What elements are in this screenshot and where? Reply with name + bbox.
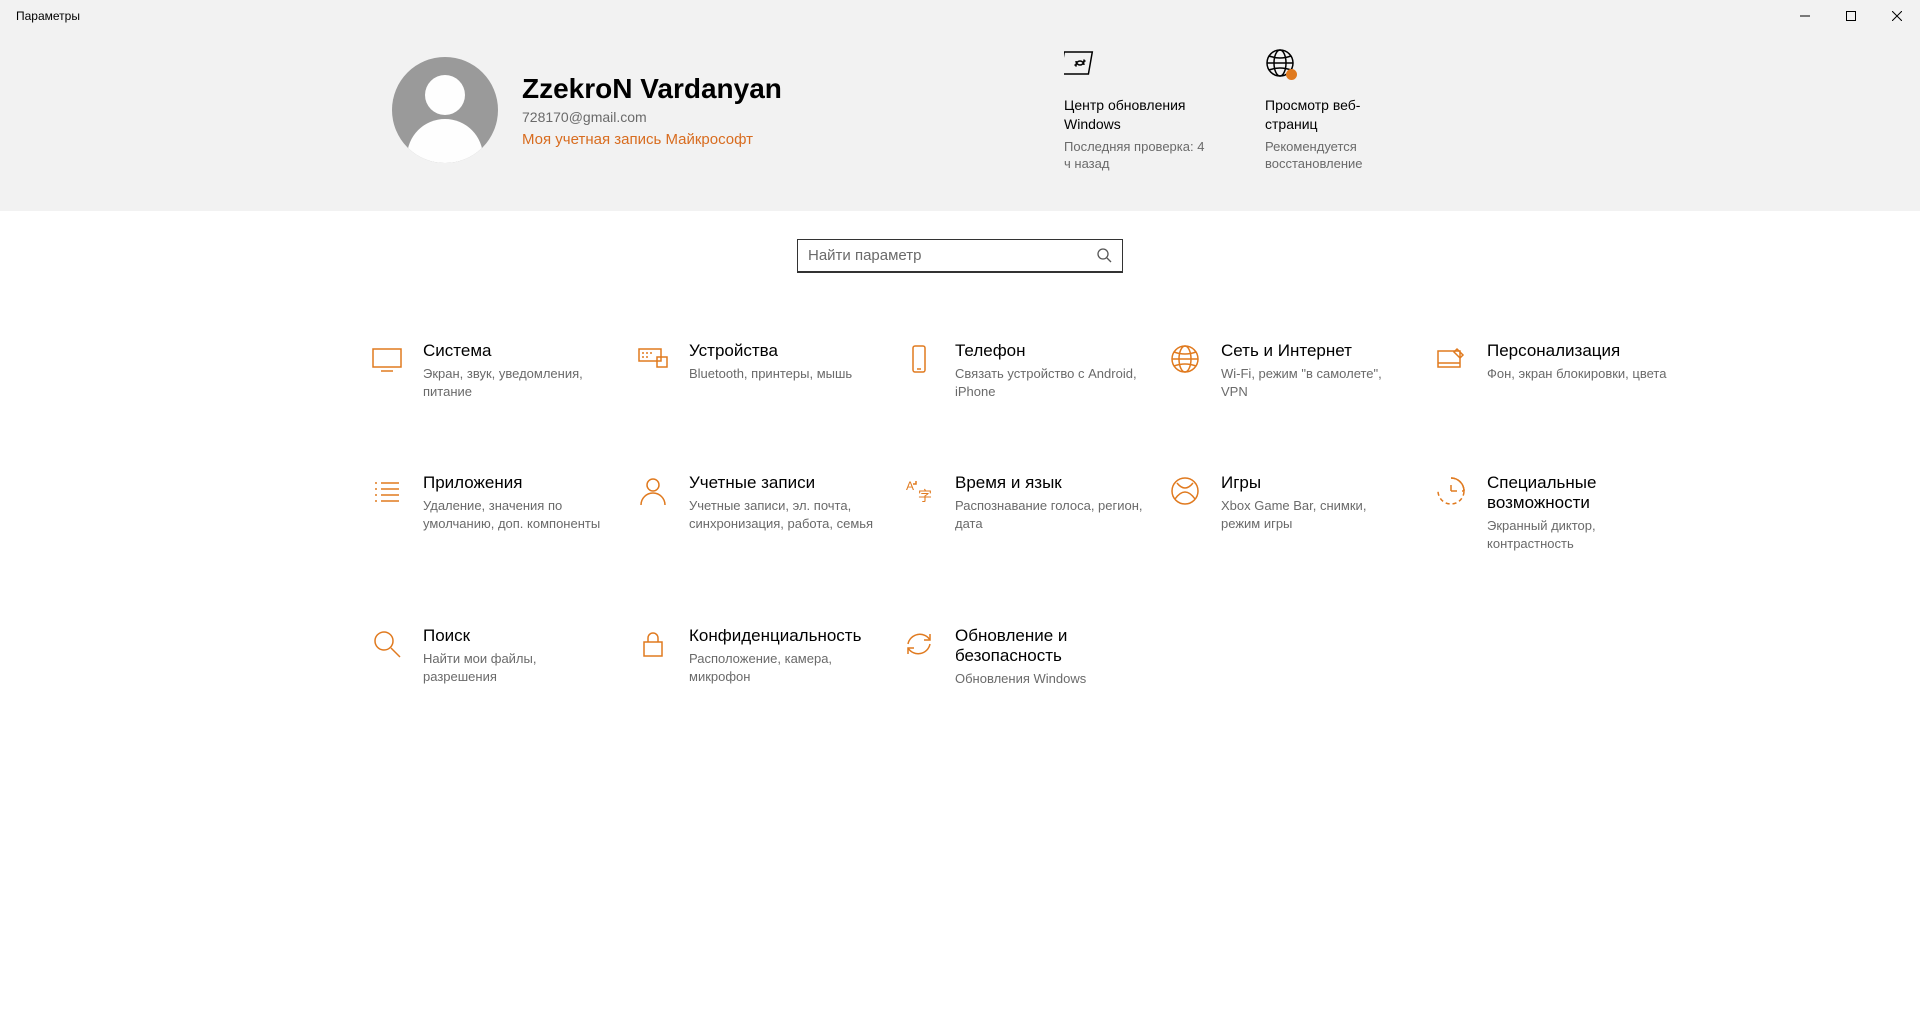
user-name: ZzekroN Vardanyan <box>522 73 782 105</box>
category-system[interactable]: Система Экран, звук, уведомления, питани… <box>371 341 611 401</box>
category-desc: Экран, звук, уведомления, питание <box>423 365 611 401</box>
titlebar: Параметры <box>0 0 1920 32</box>
status-tile-browsing[interactable]: Просмотр веб-страниц Рекомендуется восст… <box>1265 48 1410 173</box>
category-devices[interactable]: Устройства Bluetooth, принтеры, мышь <box>637 341 877 401</box>
status-tile-subtitle: Последняя проверка: 4 ч назад <box>1064 138 1209 173</box>
header-banner: ZzekroN Vardanyan 728170@gmail.com Моя у… <box>0 32 1920 211</box>
xbox-icon <box>1169 475 1201 507</box>
paint-icon <box>1435 343 1467 375</box>
category-title: Игры <box>1221 473 1409 493</box>
status-tile-title: Просмотр веб-страниц <box>1265 96 1410 134</box>
search-icon <box>1096 247 1112 263</box>
category-desc: Bluetooth, принтеры, мышь <box>689 365 852 383</box>
category-title: Сеть и Интернет <box>1221 341 1409 361</box>
category-desc: Xbox Game Bar, снимки, режим игры <box>1221 497 1409 533</box>
sync-icon <box>903 628 935 660</box>
globe-icon <box>1169 343 1201 375</box>
category-desc: Найти мои файлы, разрешения <box>423 650 611 686</box>
phone-icon <box>903 343 935 375</box>
keyboard-icon <box>637 343 669 375</box>
category-title: Приложения <box>423 473 611 493</box>
category-title: Время и язык <box>955 473 1143 493</box>
category-accessibility[interactable]: Специальные возможности Экранный диктор,… <box>1435 473 1675 553</box>
window-title: Параметры <box>16 9 80 23</box>
monitor-icon <box>371 343 403 375</box>
category-network[interactable]: Сеть и Интернет Wi-Fi, режим "в самолете… <box>1169 341 1409 401</box>
account-link[interactable]: Моя учетная запись Майкрософт <box>522 131 782 148</box>
warning-badge-icon <box>1286 69 1297 80</box>
category-desc: Фон, экран блокировки, цвета <box>1487 365 1666 383</box>
accessibility-icon <box>1435 475 1467 507</box>
category-title: Поиск <box>423 626 611 646</box>
category-accounts[interactable]: Учетные записи Учетные записи, эл. почта… <box>637 473 877 553</box>
status-tile-subtitle: Рекомендуется восстановление <box>1265 138 1410 173</box>
category-apps[interactable]: Приложения Удаление, значения по умолчан… <box>371 473 611 553</box>
category-title: Обновление и безопасность <box>955 626 1143 666</box>
category-update-security[interactable]: Обновление и безопасность Обновления Win… <box>903 626 1143 688</box>
category-search[interactable]: Поиск Найти мои файлы, разрешения <box>371 626 611 688</box>
category-desc: Расположение, камера, микрофон <box>689 650 877 686</box>
category-desc: Wi-Fi, режим "в самолете", VPN <box>1221 365 1409 401</box>
category-title: Конфиденциальность <box>689 626 877 646</box>
status-tile-update[interactable]: Центр обновления Windows Последняя прове… <box>1064 48 1209 173</box>
category-title: Система <box>423 341 611 361</box>
search-box[interactable] <box>797 239 1123 273</box>
list-icon <box>371 475 403 507</box>
search-input[interactable] <box>808 247 1096 264</box>
avatar[interactable] <box>392 57 498 163</box>
svg-text:字: 字 <box>918 488 932 504</box>
search-icon <box>371 628 403 660</box>
person-icon <box>637 475 669 507</box>
user-block: ZzekroN Vardanyan 728170@gmail.com Моя у… <box>392 48 782 173</box>
category-title: Учетные записи <box>689 473 877 493</box>
maximize-button[interactable] <box>1828 0 1874 32</box>
category-privacy[interactable]: Конфиденциальность Расположение, камера,… <box>637 626 877 688</box>
category-title: Телефон <box>955 341 1143 361</box>
categories-grid: Система Экран, звук, уведомления, питани… <box>255 273 1665 688</box>
lock-icon <box>637 628 669 660</box>
category-title: Устройства <box>689 341 852 361</box>
category-personalization[interactable]: Персонализация Фон, экран блокировки, цв… <box>1435 341 1675 401</box>
category-desc: Удаление, значения по умолчанию, доп. ко… <box>423 497 611 533</box>
category-desc: Связать устройство с Android, iPhone <box>955 365 1143 401</box>
category-desc: Учетные записи, эл. почта, синхронизация… <box>689 497 877 533</box>
globe-icon <box>1265 48 1299 84</box>
language-icon: A字 <box>903 475 935 507</box>
user-email: 728170@gmail.com <box>522 109 782 125</box>
minimize-button[interactable] <box>1782 0 1828 32</box>
update-icon <box>1064 48 1209 84</box>
category-title: Специальные возможности <box>1487 473 1675 513</box>
status-tile-title: Центр обновления Windows <box>1064 96 1209 134</box>
category-title: Персонализация <box>1487 341 1666 361</box>
category-gaming[interactable]: Игры Xbox Game Bar, снимки, режим игры <box>1169 473 1409 553</box>
category-phone[interactable]: Телефон Связать устройство с Android, iP… <box>903 341 1143 401</box>
search-wrapper <box>0 211 1920 273</box>
svg-text:A: A <box>906 479 914 493</box>
category-desc: Обновления Windows <box>955 670 1143 688</box>
category-time-language[interactable]: A字 Время и язык Распознавание голоса, ре… <box>903 473 1143 553</box>
window-controls <box>1782 0 1920 32</box>
category-desc: Распознавание голоса, регион, дата <box>955 497 1143 533</box>
category-desc: Экранный диктор, контрастность <box>1487 517 1675 553</box>
close-button[interactable] <box>1874 0 1920 32</box>
